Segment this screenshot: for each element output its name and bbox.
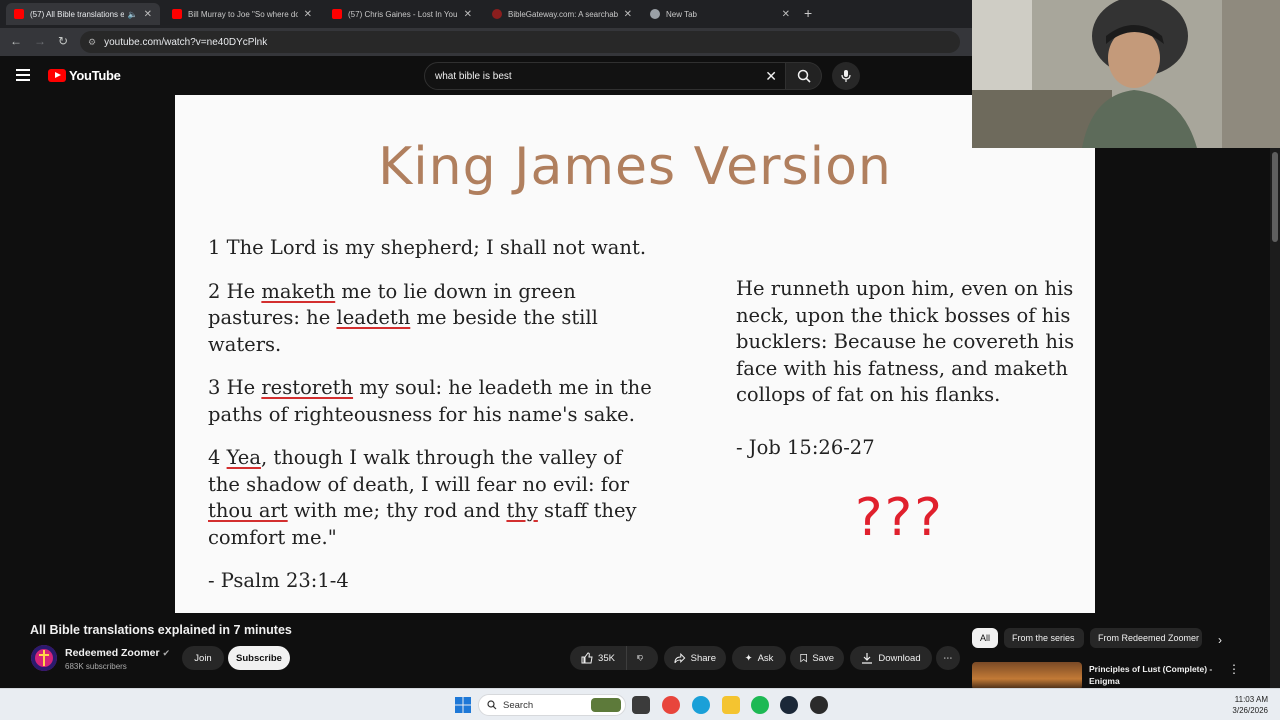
channel-avatar[interactable] xyxy=(31,645,57,671)
site-info-icon[interactable]: ⚙ xyxy=(88,37,96,48)
slide-title: King James Version xyxy=(378,137,892,197)
webcam-overlay xyxy=(972,0,1280,148)
speaker-icon[interactable]: 🔈 xyxy=(128,10,138,19)
search-icon xyxy=(797,69,811,83)
close-icon[interactable]: ✕ xyxy=(304,9,312,20)
chevron-right-icon[interactable]: › xyxy=(1218,633,1222,647)
video-title: All Bible translations explained in 7 mi… xyxy=(30,623,292,637)
search-button[interactable] xyxy=(786,62,822,90)
question-marks: ??? xyxy=(855,488,944,548)
biblegateway-icon xyxy=(492,9,502,19)
recommended-video-thumbnail[interactable] xyxy=(972,662,1082,690)
chip-all[interactable]: All xyxy=(972,628,998,648)
forward-icon[interactable]: → xyxy=(34,34,46,48)
psalm-verses: 1 The Lord is my shepherd; I shall not w… xyxy=(208,235,658,595)
save-button[interactable]: Save xyxy=(790,646,844,670)
voice-search-button[interactable] xyxy=(832,62,860,90)
more-horizontal-icon: ⋯ xyxy=(943,652,953,664)
youtube-play-icon xyxy=(48,69,66,82)
close-icon[interactable]: ✕ xyxy=(464,9,472,20)
windows-taskbar: Search 11:03 AM 3/26/2026 xyxy=(0,688,1280,720)
more-actions-button[interactable]: ⋯ xyxy=(936,646,960,670)
chip-from-the-series[interactable]: From the series xyxy=(1004,628,1084,648)
channel-logo-icon xyxy=(31,645,57,671)
subscribe-button[interactable]: Subscribe xyxy=(228,646,290,670)
youtube-icon xyxy=(172,9,182,19)
thumbs-down-icon xyxy=(637,655,643,661)
share-icon xyxy=(674,652,686,664)
verse-1: 1 The Lord is my shepherd; I shall not w… xyxy=(208,236,647,259)
youtube-icon xyxy=(14,9,24,19)
recommended-video-title[interactable]: Principles of Lust (Complete) - Enigma xyxy=(1089,663,1219,687)
psalm-reference: - Psalm 23:1-4 xyxy=(208,569,349,592)
tab-chris-gaines[interactable]: (57) Chris Gaines - Lost In You ( ✕ xyxy=(324,3,480,25)
join-button[interactable]: Join xyxy=(182,646,224,670)
webcam-image xyxy=(972,0,1280,148)
sparkle-icon: ✦ xyxy=(744,652,753,664)
clock-time: 11:03 AM xyxy=(1234,695,1268,704)
url-text: youtube.com/watch?v=ne40DYcPlnk xyxy=(104,36,268,48)
search-value: what bible is best xyxy=(435,70,512,82)
job-reference: - Job 15:26-27 xyxy=(736,436,875,459)
ask-button[interactable]: ✦ Ask xyxy=(732,646,786,670)
tab-bill-murray[interactable]: Bill Murray to Joe "So where do ✕ xyxy=(164,3,320,25)
verse-4: 4 Yea, though I walk through the valley … xyxy=(208,446,637,549)
more-vertical-icon[interactable]: ⋮ xyxy=(1228,662,1240,676)
search-highlight-icon xyxy=(591,698,621,712)
spotify-icon[interactable] xyxy=(751,696,769,714)
tab-label: BibleGateway.com: A searchabl xyxy=(508,9,618,19)
page-scrollbar[interactable] xyxy=(1270,148,1280,688)
search-icon xyxy=(487,700,497,710)
tab-new-tab[interactable]: New Tab ✕ xyxy=(642,3,798,25)
job-verse: He runneth upon him, even on his neck, u… xyxy=(736,277,1075,406)
share-button[interactable]: Share xyxy=(664,646,726,670)
verified-icon: ✔ xyxy=(162,648,170,658)
steam-icon[interactable] xyxy=(780,696,798,714)
tab-biblegateway[interactable]: BibleGateway.com: A searchabl ✕ xyxy=(484,3,640,25)
download-button[interactable]: Download xyxy=(850,646,932,670)
bookmark-icon xyxy=(800,653,807,663)
edge-icon[interactable] xyxy=(692,696,710,714)
new-tab-button[interactable]: + xyxy=(804,5,812,21)
url-field[interactable]: ⚙ youtube.com/watch?v=ne40DYcPlnk xyxy=(80,31,960,53)
clear-search-icon[interactable]: ✕ xyxy=(765,68,777,85)
subscriber-count: 683K subscribers xyxy=(65,662,127,671)
windows-start-icon[interactable] xyxy=(454,696,472,714)
back-icon[interactable]: ← xyxy=(10,34,22,48)
channel-name[interactable]: Redeemed Zoomer ✔ xyxy=(65,647,170,659)
file-explorer-icon[interactable] xyxy=(722,696,740,714)
screen: (57) All Bible translations e 🔈 ✕ Bill M… xyxy=(0,0,1280,720)
taskbar-search-input[interactable]: Search xyxy=(478,694,626,716)
like-button[interactable]: 35K xyxy=(570,646,626,670)
verse-3: 3 He restoreth my soul: he leadeth me in… xyxy=(208,376,652,426)
menu-icon[interactable] xyxy=(16,69,30,81)
search-input[interactable]: what bible is best ✕ xyxy=(424,62,786,90)
chrome-icon[interactable] xyxy=(662,696,680,714)
dislike-button[interactable] xyxy=(626,646,658,670)
chrome-icon xyxy=(650,9,660,19)
video-player[interactable]: King James Version 1 The Lord is my shep… xyxy=(175,95,1095,613)
youtube-logo[interactable]: YouTube xyxy=(48,68,121,83)
scrollbar-thumb[interactable] xyxy=(1272,152,1278,242)
microphone-icon xyxy=(841,70,851,82)
close-icon[interactable]: ✕ xyxy=(144,9,152,20)
close-icon[interactable]: ✕ xyxy=(782,9,790,20)
close-icon[interactable]: ✕ xyxy=(624,9,632,20)
tab-label: Bill Murray to Joe "So where do xyxy=(188,9,298,19)
chip-from-redeemed-zoomer[interactable]: From Redeemed Zoomer xyxy=(1090,628,1202,648)
reload-icon[interactable]: ↻ xyxy=(58,34,68,48)
tab-label: (57) Chris Gaines - Lost In You ( xyxy=(348,9,458,19)
download-icon xyxy=(862,653,873,664)
app-icon[interactable] xyxy=(810,696,828,714)
verse-2: 2 He maketh me to lie down in green past… xyxy=(208,279,598,356)
youtube-icon xyxy=(332,9,342,19)
clock-date: 3/26/2026 xyxy=(1232,706,1268,715)
logo-text: YouTube xyxy=(69,68,121,83)
system-clock[interactable]: 11:03 AM 3/26/2026 xyxy=(1232,694,1268,716)
tab-label: New Tab xyxy=(666,9,697,19)
task-view-icon[interactable] xyxy=(632,696,650,714)
tab-label: (57) All Bible translations e xyxy=(30,9,124,19)
tab-all-bible-translations[interactable]: (57) All Bible translations e 🔈 ✕ xyxy=(6,3,160,25)
thumbs-up-icon xyxy=(581,652,593,664)
